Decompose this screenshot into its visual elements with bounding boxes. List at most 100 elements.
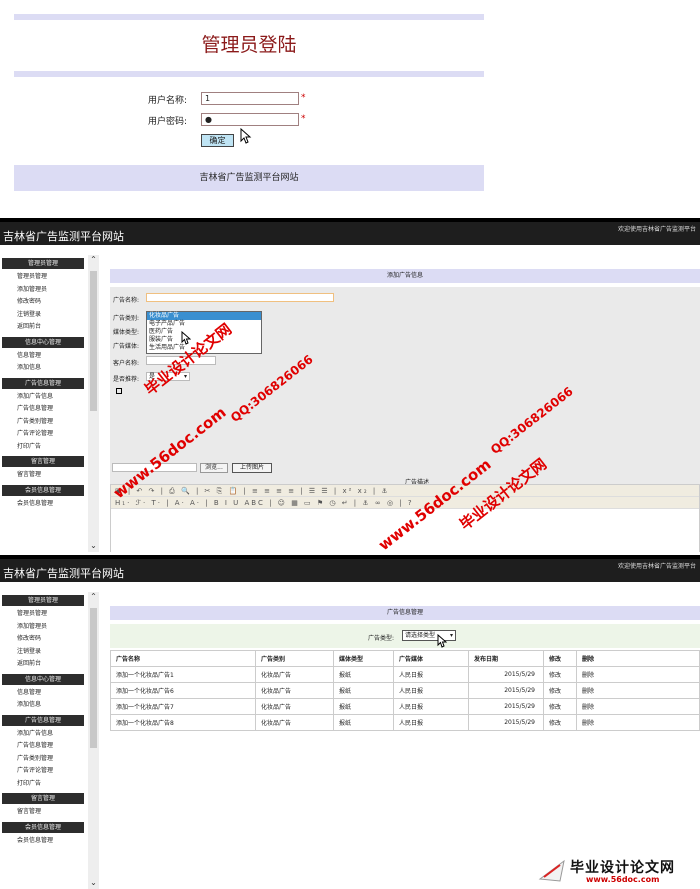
sidebar-item-ad-category[interactable]: 广告类别管理 xyxy=(0,416,86,429)
scrollbar-thumb[interactable] xyxy=(90,271,97,411)
category-option[interactable]: 化妆品广告 xyxy=(147,312,261,320)
cell-ad-category: 化妆品广告 xyxy=(255,714,334,731)
ad-table: 广告名称 广告类别 媒体类型 广告媒体 发布日期 修改 删除 添加一个化妆品广告… xyxy=(110,650,700,731)
sidebar-item-logout[interactable]: 注销登录 xyxy=(0,646,86,659)
media-type-label: 媒体类型: xyxy=(113,329,140,336)
table-row: 添加一个化妆品广告7 化妆品广告 报纸 人民日报 2015/5/29 修改 删除 xyxy=(110,698,700,715)
sidebar-item-member[interactable]: 会员信息管理 xyxy=(0,835,86,848)
sidebar-item-ad-category[interactable]: 广告类别管理 xyxy=(0,753,86,766)
login-screen: 管理员登陆 用户名称: 1 * 用户密码: ● * 确定 吉林省广告监测平台网站 xyxy=(0,0,515,215)
top-bar: 吉林省广告监测平台网站 欢迎使用吉林省广告监测平台 xyxy=(0,555,700,582)
sidebar: 管理员管理 管理员管理 添加管理员 修改密码 注销登录 返回前台 信息中心管理 … xyxy=(0,592,86,889)
cell-ad-name: 添加一个化妆品广告7 xyxy=(110,698,256,715)
column-header: 媒体类型 xyxy=(333,650,394,667)
upload-image-button[interactable]: 上传图片 xyxy=(232,463,272,473)
sidebar-group-member[interactable]: 会员信息管理 xyxy=(2,821,84,833)
sidebar-scrollbar[interactable]: ⌃ ⌄ xyxy=(88,255,99,552)
sidebar-item-frontend[interactable]: 返回前台 xyxy=(0,658,86,671)
cell-ad-name: 添加一个化妆品广告6 xyxy=(110,682,256,699)
delete-link[interactable]: 删除 xyxy=(576,666,700,683)
editor-toolbar-row2[interactable]: H₁· ℱ· T· | A· A· | B I U ABC | ☺ ▦ ▭ ⚑ … xyxy=(111,497,699,509)
add-ad-screen: 吉林省广告监测平台网站 欢迎使用吉林省广告监测平台 管理员管理 管理员管理 添加… xyxy=(0,218,700,552)
login-footer: 吉林省广告监测平台网站 xyxy=(14,165,484,191)
sidebar-item-ad-comment[interactable]: 广告评论管理 xyxy=(0,765,86,778)
login-submit-button[interactable]: 确定 xyxy=(201,134,234,147)
sidebar-group-admin[interactable]: 管理员管理 xyxy=(2,595,84,606)
sidebar-group-info[interactable]: 信息中心管理 xyxy=(2,336,84,348)
sidebar-group-message[interactable]: 留言管理 xyxy=(2,793,84,804)
column-header: 删除 xyxy=(576,650,700,667)
ad-category-label: 广告类别: xyxy=(113,315,140,322)
logo-brand-text: 毕业设计论文网 xyxy=(570,860,675,876)
sidebar-item-frontend[interactable]: 返回前台 xyxy=(0,321,86,334)
username-required-mark: * xyxy=(301,93,306,103)
sidebar-item-change-password[interactable]: 修改密码 xyxy=(0,633,86,646)
category-option[interactable]: 电子产品广告 xyxy=(147,320,261,328)
sidebar-item-add-admin[interactable]: 添加管理员 xyxy=(0,621,86,634)
sidebar-group-message[interactable]: 留言管理 xyxy=(2,456,84,467)
sidebar-item-message[interactable]: 留言管理 xyxy=(0,806,86,819)
recommend-label: 是否推荐: xyxy=(113,376,140,383)
ad-name-input[interactable] xyxy=(146,293,334,302)
site-title: 吉林省广告监测平台网站 xyxy=(3,230,124,243)
sidebar-item-add-admin[interactable]: 添加管理员 xyxy=(0,284,86,297)
sidebar-item-message[interactable]: 留言管理 xyxy=(0,469,86,482)
scrollbar-thumb[interactable] xyxy=(90,608,97,748)
site-title: 吉林省广告监测平台网站 xyxy=(3,567,124,580)
sidebar-item-info-manage[interactable]: 信息管理 xyxy=(0,687,86,700)
password-input[interactable]: ● xyxy=(201,113,299,126)
pen-logo-icon xyxy=(538,859,565,882)
top-divider xyxy=(14,14,484,20)
sidebar-item-add-info[interactable]: 添加信息 xyxy=(0,699,86,712)
sidebar-item-add-info[interactable]: 添加信息 xyxy=(0,362,86,375)
filter-bar: 广告类型: 请选择类型 ▾ xyxy=(110,624,700,648)
sidebar-scrollbar[interactable]: ⌃ ⌄ xyxy=(88,592,99,889)
cell-media-type: 报纸 xyxy=(333,714,394,731)
delete-link[interactable]: 删除 xyxy=(576,714,700,731)
sidebar-item-ad-manage[interactable]: 广告信息管理 xyxy=(0,403,86,416)
edit-link[interactable]: 修改 xyxy=(543,714,577,731)
username-label: 用户名称: xyxy=(148,96,188,106)
edit-link[interactable]: 修改 xyxy=(543,682,577,699)
login-title: 管理员登陆 xyxy=(201,34,297,56)
sidebar-item-add-ad[interactable]: 添加广告信息 xyxy=(0,391,86,404)
scroll-up-icon[interactable]: ⌃ xyxy=(88,255,99,264)
title-divider xyxy=(14,71,484,77)
edit-link[interactable]: 修改 xyxy=(543,698,577,715)
image-placeholder-icon xyxy=(116,388,122,394)
sidebar-item-admin-manage[interactable]: 管理员管理 xyxy=(0,608,86,621)
sidebar-group-member[interactable]: 会员信息管理 xyxy=(2,484,84,496)
page-heading: 广告信息管理 xyxy=(110,606,700,620)
sidebar-item-change-password[interactable]: 修改密码 xyxy=(0,296,86,309)
cell-ad-name: 添加一个化妆品广告1 xyxy=(110,666,256,683)
sidebar-item-info-manage[interactable]: 信息管理 xyxy=(0,350,86,363)
sidebar-group-ad[interactable]: 广告信息管理 xyxy=(2,714,84,726)
scroll-down-icon[interactable]: ⌄ xyxy=(88,541,99,550)
cell-ad-media: 人民日报 xyxy=(393,714,469,731)
sidebar-group-info[interactable]: 信息中心管理 xyxy=(2,673,84,685)
username-input[interactable]: 1 xyxy=(201,92,299,105)
edit-link[interactable]: 修改 xyxy=(543,666,577,683)
sidebar-item-member[interactable]: 会员信息管理 xyxy=(0,498,86,511)
mouse-cursor-icon xyxy=(437,634,447,648)
scroll-down-icon[interactable]: ⌄ xyxy=(88,878,99,887)
sidebar-item-print-ad[interactable]: 打印广告 xyxy=(0,778,86,791)
cell-ad-media: 人民日报 xyxy=(393,666,469,683)
sidebar-item-add-ad[interactable]: 添加广告信息 xyxy=(0,728,86,741)
sidebar-item-admin-manage[interactable]: 管理员管理 xyxy=(0,271,86,284)
scroll-up-icon[interactable]: ⌃ xyxy=(88,592,99,601)
main-content: 广告信息管理 广告类型: 请选择类型 ▾ 广告名称 广告类别 媒体类型 广告媒体 … xyxy=(110,592,700,889)
sidebar-item-print-ad[interactable]: 打印广告 xyxy=(0,441,86,454)
ad-type-select[interactable]: 请选择类型 ▾ xyxy=(402,630,456,641)
sidebar-item-logout[interactable]: 注销登录 xyxy=(0,309,86,322)
column-header: 广告媒体 xyxy=(393,650,469,667)
cell-ad-media: 人民日报 xyxy=(393,698,469,715)
sidebar-group-ad[interactable]: 广告信息管理 xyxy=(2,377,84,389)
browse-button[interactable]: 浏览... xyxy=(200,463,228,473)
sidebar-group-admin[interactable]: 管理员管理 xyxy=(2,258,84,269)
delete-link[interactable]: 删除 xyxy=(576,698,700,715)
editor-toolbar-row1[interactable]: ▣ | ↶ ↷ | ⎙ 🔍 | ✂ ⎘ 📋 | ≡ ≡ ≡ ≡ | ☰ ☰ | … xyxy=(111,485,699,497)
sidebar-item-ad-manage[interactable]: 广告信息管理 xyxy=(0,740,86,753)
delete-link[interactable]: 删除 xyxy=(576,682,700,699)
sidebar-item-ad-comment[interactable]: 广告评论管理 xyxy=(0,428,86,441)
